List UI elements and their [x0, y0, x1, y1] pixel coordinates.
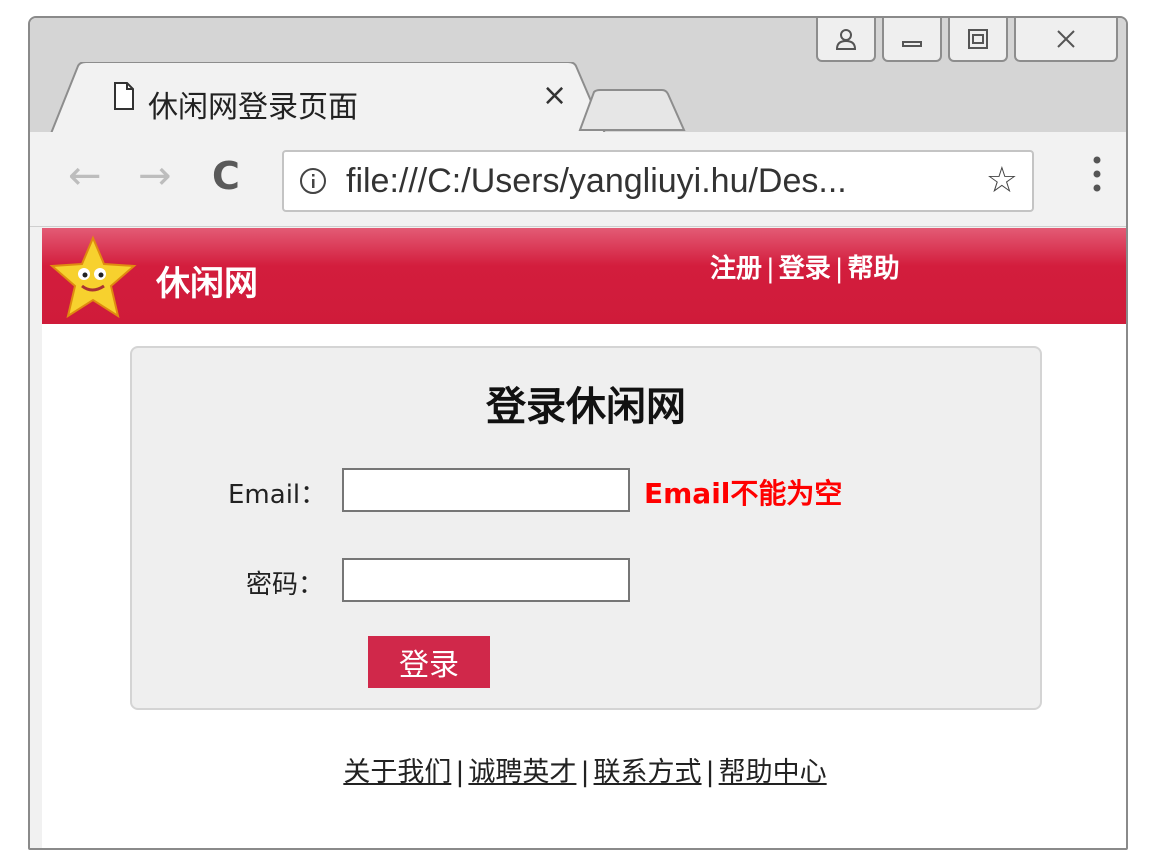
minimize-button[interactable]	[882, 18, 942, 62]
page-content: 休闲网 注册 | 登录 | 帮助 登录休闲网 Email： Email不能为空 密码： …	[42, 228, 1126, 848]
contact-link[interactable]: 联系方式	[594, 757, 702, 788]
password-label: 密码：	[246, 570, 325, 600]
footer-separator: |	[455, 757, 465, 788]
nav-separator: |	[834, 254, 844, 284]
page-icon	[114, 82, 134, 110]
help-center-link[interactable]: 帮助中心	[719, 757, 827, 788]
maximize-button[interactable]	[948, 18, 1008, 62]
address-bar[interactable]: file:///C:/Users/yangliuyi.hu/Des... ☆	[282, 150, 1034, 212]
login-link[interactable]: 登录	[779, 254, 831, 284]
login-panel: 登录休闲网 Email： Email不能为空 密码： 登录	[130, 346, 1042, 710]
footer-separator: |	[580, 757, 590, 788]
back-button[interactable]: ←	[68, 154, 102, 198]
window-controls	[816, 18, 1118, 62]
about-us-link[interactable]: 关于我们	[343, 757, 451, 788]
toolbar: ← → C file:///C:/Users/yangliuyi.hu/Des.…	[30, 132, 1126, 227]
bookmark-star-icon[interactable]: ☆	[986, 160, 1018, 201]
tab-title: 休闲网登录页面	[148, 90, 358, 125]
close-window-button[interactable]	[1014, 18, 1118, 62]
forward-button[interactable]: →	[138, 154, 172, 198]
email-field[interactable]	[342, 468, 630, 512]
site-header: 休闲网 注册 | 登录 | 帮助	[42, 228, 1126, 324]
title-bar: 休闲网登录页面 ×	[30, 18, 1126, 136]
user-profile-button[interactable]	[816, 18, 876, 62]
footer-links: 关于我们 | 诚聘英才 | 联系方式 | 帮助中心	[42, 750, 1126, 789]
browser-window: 休闲网登录页面 × ← → C file:///C:/Users/yangliu…	[28, 16, 1128, 850]
register-link[interactable]: 注册	[710, 254, 762, 284]
nav-separator: |	[766, 254, 775, 284]
login-title: 登录休闲网	[486, 384, 686, 430]
url-text: file:///C:/Users/yangliuyi.hu/Des...	[346, 162, 847, 200]
password-field[interactable]	[342, 558, 630, 602]
email-label: Email：	[228, 480, 327, 510]
login-button[interactable]: 登录	[368, 636, 490, 688]
help-link[interactable]: 帮助	[848, 254, 900, 284]
info-icon[interactable]	[298, 166, 328, 196]
logo-star-icon	[49, 235, 137, 319]
careers-link[interactable]: 诚聘英才	[468, 757, 576, 788]
top-nav: 注册 | 登录 | 帮助	[710, 248, 900, 285]
tab-close-icon[interactable]: ×	[542, 78, 567, 113]
minimize-icon	[902, 41, 922, 47]
site-name: 休闲网	[156, 264, 258, 304]
menu-icon[interactable]	[1090, 154, 1104, 194]
user-icon	[835, 29, 857, 50]
new-tab-button[interactable]	[578, 88, 688, 132]
email-error-message: Email不能为空	[644, 477, 843, 510]
footer-separator: |	[705, 757, 715, 788]
maximize-icon	[968, 29, 988, 49]
reload-button[interactable]: C	[212, 154, 240, 198]
close-icon	[1057, 30, 1075, 48]
